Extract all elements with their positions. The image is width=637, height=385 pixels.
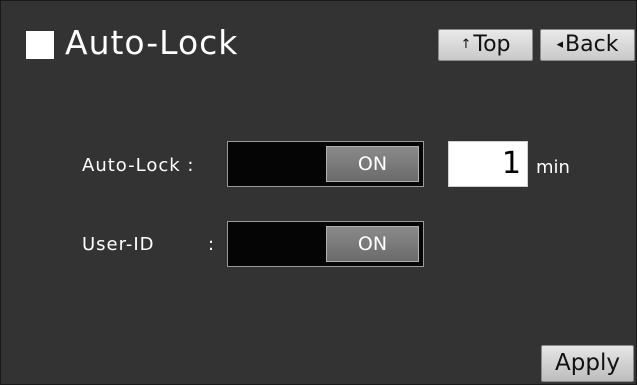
auto-lock-screen: Auto-Lock ↑ Top ◂ Back Auto-Lock : ON 1 … xyxy=(0,0,637,385)
back-button[interactable]: ◂ Back xyxy=(540,29,635,61)
user-id-toggle[interactable]: ON xyxy=(227,221,424,267)
user-id-toggle-knob[interactable]: ON xyxy=(326,226,419,262)
auto-lock-toggle[interactable]: ON xyxy=(227,141,424,187)
arrow-up-icon: ↑ xyxy=(460,37,472,52)
square-icon xyxy=(26,31,54,59)
top-button[interactable]: ↑ Top xyxy=(438,29,533,61)
minutes-unit-label: min xyxy=(536,157,570,178)
back-button-label: Back xyxy=(565,32,619,57)
auto-lock-label: Auto-Lock : xyxy=(82,155,195,176)
apply-button[interactable]: Apply xyxy=(541,345,634,382)
user-id-label: User-ID xyxy=(82,234,155,255)
user-id-colon: : xyxy=(208,234,216,255)
page-title: Auto-Lock xyxy=(65,23,239,62)
auto-lock-toggle-knob[interactable]: ON xyxy=(326,146,419,182)
triangle-left-icon: ◂ xyxy=(556,37,564,52)
top-button-label: Top xyxy=(473,32,511,57)
auto-lock-minutes-field[interactable]: 1 xyxy=(448,141,528,187)
